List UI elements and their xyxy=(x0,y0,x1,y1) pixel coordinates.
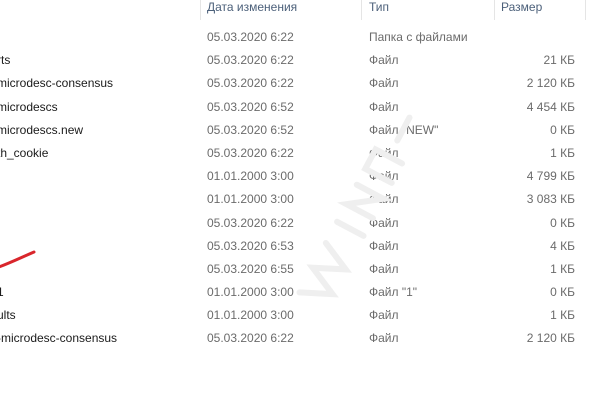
file-type: Файл xyxy=(369,169,399,184)
column-header-date-modified[interactable]: Дата изменения xyxy=(207,0,357,18)
file-row[interactable]: 05.03.2020 6:53 Файл 4 КБ xyxy=(0,236,600,259)
file-size: 1 КБ xyxy=(550,145,575,160)
file-name: -microdesc-consensus xyxy=(0,331,118,346)
file-row[interactable]: microdesc-consensus 05.03.2020 6:22 Файл… xyxy=(0,73,600,96)
file-type: Файл xyxy=(369,238,399,253)
file-row[interactable]: 01.01.2000 3:00 Файл 4 799 КБ xyxy=(0,166,600,189)
file-size: 0 КБ xyxy=(550,285,575,300)
file-date-modified: 05.03.2020 6:22 xyxy=(207,145,294,160)
file-type: Файл "NEW" xyxy=(369,122,439,137)
file-date-modified: 01.01.2000 3:00 xyxy=(207,308,294,323)
file-type: Файл xyxy=(369,76,399,91)
column-header-bar: Дата изменения Тип Размер xyxy=(0,0,600,20)
file-rows: 05.03.2020 6:22 Папка с файлами rts 05.0… xyxy=(0,27,600,352)
file-date-modified: 05.03.2020 6:55 xyxy=(207,261,294,276)
file-name: rts xyxy=(0,53,11,68)
file-row[interactable]: 1 01.01.2000 3:00 Файл "1" 0 КБ xyxy=(0,282,600,305)
file-name: microdescs xyxy=(0,99,58,114)
column-separator[interactable] xyxy=(361,0,362,20)
file-size: 1 КБ xyxy=(550,261,575,276)
column-header-type[interactable]: Тип xyxy=(369,0,489,18)
file-size: 4 КБ xyxy=(550,238,575,253)
file-date-modified: 05.03.2020 6:52 xyxy=(207,99,294,114)
column-separator[interactable] xyxy=(200,0,201,20)
file-date-modified: 05.03.2020 6:22 xyxy=(207,331,294,346)
file-row[interactable]: 01.01.2000 3:00 Файл 3 083 КБ xyxy=(0,189,600,212)
column-separator[interactable] xyxy=(494,0,495,20)
red-arrow-annotation xyxy=(0,250,36,269)
file-date-modified: 05.03.2020 6:22 xyxy=(207,76,294,91)
file-row[interactable]: 05.03.2020 6:55 Файл 1 КБ xyxy=(0,259,600,282)
file-date-modified: 05.03.2020 6:22 xyxy=(207,215,294,230)
file-name: 1 xyxy=(0,285,4,300)
file-date-modified: 05.03.2020 6:53 xyxy=(207,238,294,253)
file-row[interactable]: microdescs 05.03.2020 6:52 Файл 4 454 КБ xyxy=(0,97,600,120)
file-type: Файл xyxy=(369,215,399,230)
file-name: microdesc-consensus xyxy=(0,76,114,91)
column-header-size[interactable]: Размер xyxy=(501,0,591,18)
file-size: 4 799 КБ xyxy=(526,169,575,184)
file-size: 4 454 КБ xyxy=(526,99,575,114)
file-size: 0 КБ xyxy=(550,215,575,230)
file-list-view: Дата изменения Тип Размер 05.03.2020 6:2… xyxy=(0,0,600,400)
file-type: Файл xyxy=(369,308,399,323)
file-size: 3 083 КБ xyxy=(526,192,575,207)
file-row[interactable]: ults 01.01.2000 3:00 Файл 1 КБ xyxy=(0,305,600,328)
file-name: th_cookie xyxy=(0,145,49,160)
file-row[interactable]: rts 05.03.2020 6:22 Файл 21 КБ xyxy=(0,50,600,73)
file-type: Файл "1" xyxy=(369,285,418,300)
file-size: 2 120 КБ xyxy=(526,76,575,91)
file-row[interactable]: th_cookie 05.03.2020 6:22 Файл 1 КБ xyxy=(0,143,600,166)
column-separator[interactable] xyxy=(585,0,586,20)
file-type: Файл xyxy=(369,53,399,68)
file-name: microdescs.new xyxy=(0,122,84,137)
file-date-modified: 05.03.2020 6:22 xyxy=(207,30,294,44)
file-date-modified: 01.01.2000 3:00 xyxy=(207,192,294,207)
file-type: Папка с файлами xyxy=(369,30,468,44)
file-row[interactable]: 05.03.2020 6:22 Файл 0 КБ xyxy=(0,213,600,236)
file-type: Файл xyxy=(369,192,399,207)
file-date-modified: 05.03.2020 6:52 xyxy=(207,122,294,137)
file-type: Файл xyxy=(369,331,399,346)
file-date-modified: 01.01.2000 3:00 xyxy=(207,169,294,184)
file-size: 2 120 КБ xyxy=(526,331,575,346)
file-name: ults xyxy=(0,308,16,323)
file-size: 21 КБ xyxy=(543,53,575,68)
file-date-modified: 05.03.2020 6:22 xyxy=(207,53,294,68)
file-type: Файл xyxy=(369,261,399,276)
file-date-modified: 01.01.2000 3:00 xyxy=(207,285,294,300)
file-type: Файл xyxy=(369,145,399,160)
file-row[interactable]: -microdesc-consensus 05.03.2020 6:22 Фай… xyxy=(0,328,600,351)
file-type: Файл xyxy=(369,99,399,114)
file-row[interactable]: 05.03.2020 6:22 Папка с файлами xyxy=(0,27,600,50)
file-row[interactable]: microdescs.new 05.03.2020 6:52 Файл "NEW… xyxy=(0,120,600,143)
file-size: 1 КБ xyxy=(550,308,575,323)
file-size: 0 КБ xyxy=(550,122,575,137)
